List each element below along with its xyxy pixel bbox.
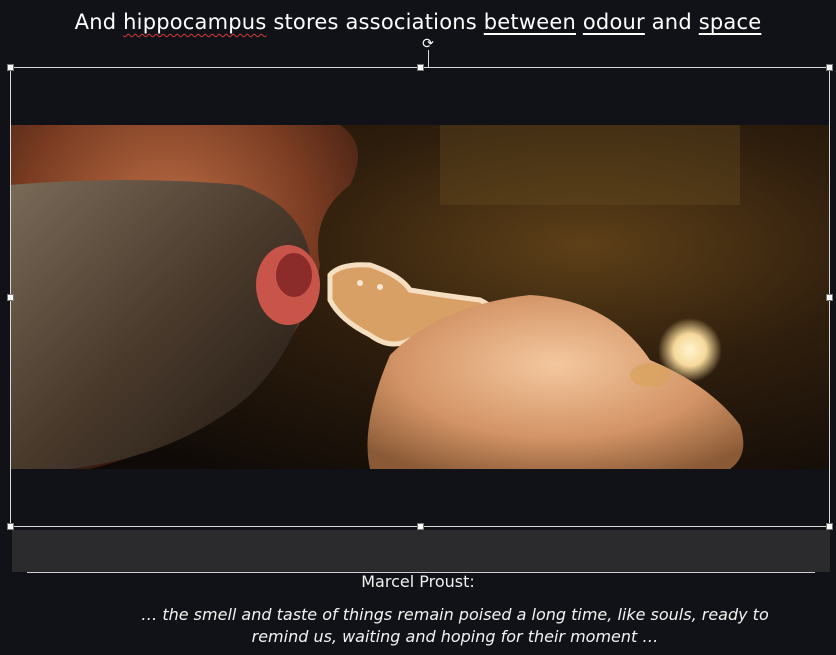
caption-bar <box>12 530 830 572</box>
resize-handle-bottom-left[interactable] <box>7 523 14 530</box>
selection-frame[interactable]: ⟳ <box>7 37 833 530</box>
title-part-underlined: between <box>483 10 576 34</box>
slide-title[interactable]: And hippocampus stores associations betw… <box>0 10 836 34</box>
title-part-underlined: odour <box>582 10 645 34</box>
rotate-icon[interactable]: ⟳ <box>422 37 434 51</box>
resize-handle-top[interactable] <box>417 64 424 71</box>
quote-author[interactable]: Marcel Proust: <box>0 572 836 591</box>
title-part: stores associations <box>266 10 484 34</box>
resize-handle-bottom-right[interactable] <box>826 523 833 530</box>
rotate-connector <box>428 50 429 68</box>
resize-handle-bottom[interactable] <box>417 523 424 530</box>
quote-line: remind us, waiting and hoping for their … <box>251 627 659 646</box>
title-part-underlined: space <box>698 10 762 34</box>
resize-handle-top-right[interactable] <box>826 64 833 71</box>
title-part-spellcheck: hippocampus <box>123 10 267 34</box>
resize-handle-left[interactable] <box>7 294 14 301</box>
title-part <box>576 10 583 34</box>
quote-text[interactable]: … the smell and taste of things remain p… <box>60 604 836 648</box>
title-part: And <box>74 10 124 34</box>
quote-line: … the smell and taste of things remain p… <box>141 605 769 624</box>
resize-handle-right[interactable] <box>826 294 833 301</box>
title-part: and <box>644 10 699 34</box>
resize-handle-top-left[interactable] <box>7 64 14 71</box>
